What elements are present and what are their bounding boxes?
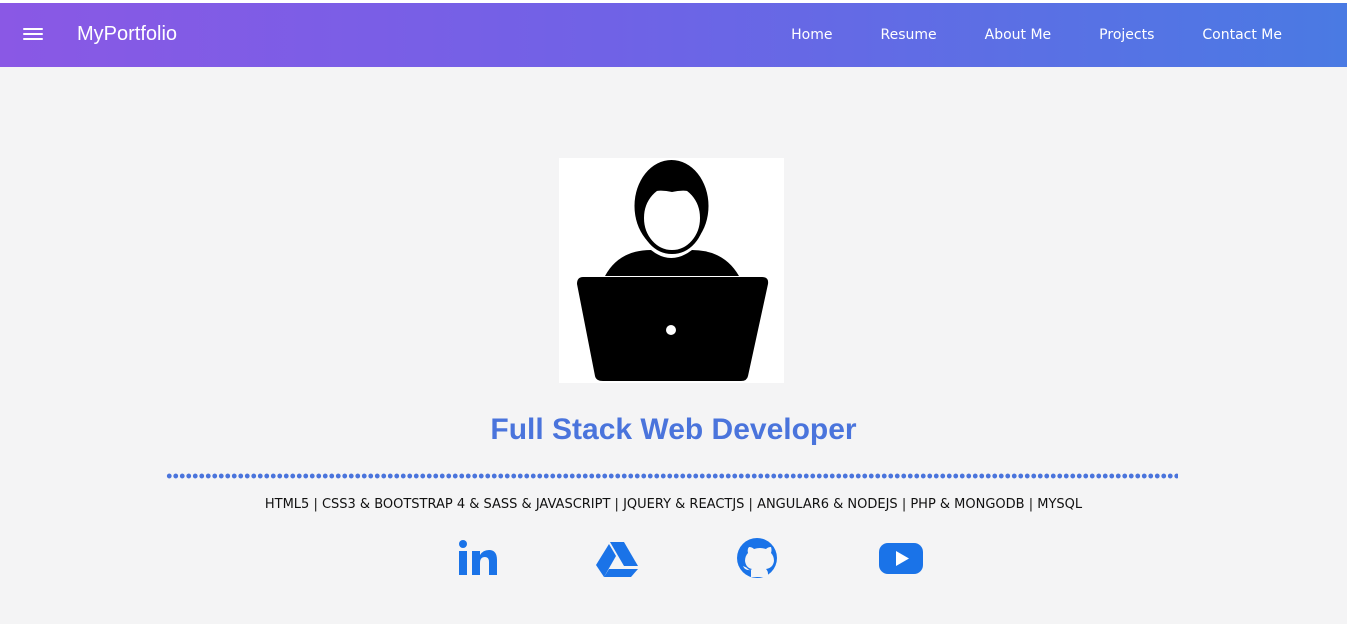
top-navbar: MyPortfolio Home Resume About Me Project… (0, 3, 1347, 67)
developer-laptop-icon (559, 158, 784, 383)
skills-list: HTML5 | CSS3 & BOOTSTRAP 4 & SASS & JAVA… (264, 497, 1083, 512)
youtube-icon[interactable] (878, 536, 924, 580)
nav-contact-me[interactable]: Contact Me (1202, 27, 1282, 43)
nav-about-me[interactable]: About Me (985, 27, 1052, 43)
nav-home[interactable]: Home (791, 27, 832, 43)
page-title: Full Stack Web Developer (490, 413, 857, 446)
nav-links: Home Resume About Me Projects Contact Me (791, 3, 1282, 67)
linkedin-icon[interactable] (457, 536, 499, 580)
github-icon[interactable] (736, 536, 780, 580)
dotted-divider (166, 473, 1178, 479)
google-drive-icon[interactable] (595, 536, 639, 580)
brand-logo[interactable]: MyPortfolio (77, 23, 177, 46)
hamburger-menu-icon[interactable] (23, 26, 43, 42)
nav-resume[interactable]: Resume (880, 27, 936, 43)
nav-projects[interactable]: Projects (1099, 27, 1154, 43)
